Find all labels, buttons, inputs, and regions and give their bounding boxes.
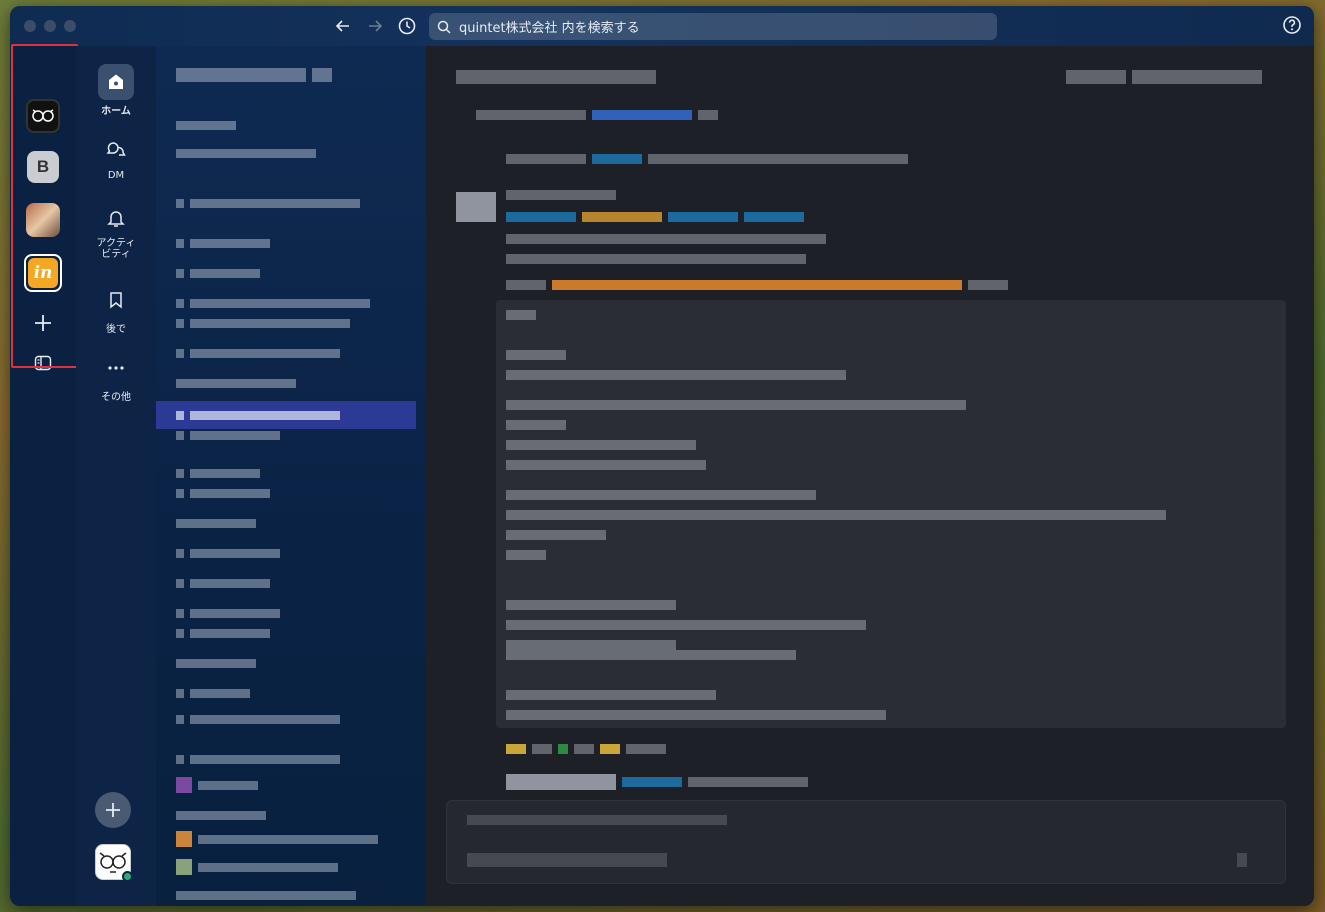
bookmark-icon xyxy=(98,282,134,318)
list-item[interactable] xyxy=(176,810,266,820)
workspace-letter: B xyxy=(36,157,50,176)
header-actions[interactable] xyxy=(1066,70,1262,84)
nav-dm-label: DM xyxy=(107,170,125,181)
list-item[interactable] xyxy=(176,688,250,698)
window-controls xyxy=(24,20,76,32)
workspace-rail: B in xyxy=(10,46,76,906)
message-text xyxy=(506,254,806,264)
list-item[interactable] xyxy=(176,488,270,498)
message-avatar xyxy=(456,192,496,222)
list-item[interactable] xyxy=(176,148,316,158)
list-item[interactable] xyxy=(176,628,270,638)
minimize-window-button[interactable] xyxy=(44,20,56,32)
nav-activity-label: アクティビティ xyxy=(96,238,136,260)
workspace-4-active[interactable]: in xyxy=(24,254,62,292)
channel-sidebar xyxy=(156,46,426,906)
message-sender xyxy=(506,190,616,200)
search-bar[interactable]: quintet株式会社 内を検索する xyxy=(429,13,997,40)
list-item[interactable] xyxy=(176,754,340,764)
list-item[interactable] xyxy=(176,120,236,130)
reactions-row[interactable] xyxy=(506,744,666,754)
list-item[interactable] xyxy=(176,608,280,618)
plus-icon xyxy=(35,315,51,331)
list-item[interactable] xyxy=(176,378,296,388)
message-text xyxy=(506,234,826,244)
message-composer[interactable] xyxy=(446,800,1286,884)
user-avatar[interactable] xyxy=(95,844,133,882)
search-icon xyxy=(437,20,451,34)
search-placeholder: quintet株式会社 内を検索する xyxy=(459,21,640,36)
nav-more-label: その他 xyxy=(101,392,131,403)
list-item[interactable] xyxy=(176,548,280,558)
list-item[interactable] xyxy=(176,410,340,420)
list-item[interactable] xyxy=(176,348,340,358)
help-icon xyxy=(1283,16,1301,34)
title-bar: quintet株式会社 内を検索する xyxy=(10,6,1314,46)
plus-icon xyxy=(106,803,120,817)
help-button[interactable] xyxy=(1282,15,1304,37)
list-item[interactable] xyxy=(176,238,270,248)
list-item[interactable] xyxy=(176,890,356,900)
glasses-doodle-icon xyxy=(32,109,54,122)
workspace-header[interactable] xyxy=(176,68,332,82)
app-window: quintet株式会社 内を検索する B in ホーム DM アクティビティ 後… xyxy=(10,6,1314,906)
clock-icon xyxy=(398,17,416,35)
list-item[interactable] xyxy=(176,658,256,668)
sidebar-icon xyxy=(34,355,52,371)
list-item[interactable] xyxy=(176,468,260,478)
list-item[interactable] xyxy=(176,268,260,278)
add-workspace-button[interactable] xyxy=(32,312,54,334)
more-dots-icon xyxy=(98,350,134,386)
zoom-window-button[interactable] xyxy=(64,20,76,32)
workspace-logo: in xyxy=(28,258,58,288)
message-area xyxy=(426,46,1314,906)
nav-later[interactable]: 後で xyxy=(76,282,156,335)
nav-more[interactable]: その他 xyxy=(76,350,156,403)
message-text xyxy=(506,280,1008,290)
arrow-left-icon xyxy=(335,20,349,32)
nav-home-label: ホーム xyxy=(101,106,131,117)
arrow-right-icon xyxy=(369,20,383,32)
workspace-1[interactable] xyxy=(26,99,60,133)
list-item[interactable] xyxy=(176,578,270,588)
message-row xyxy=(506,154,908,164)
workspace-2[interactable]: B xyxy=(27,151,59,183)
list-item[interactable] xyxy=(176,298,370,308)
close-window-button[interactable] xyxy=(24,20,36,32)
forward-button[interactable] xyxy=(364,15,386,37)
thread-replies[interactable] xyxy=(506,774,808,790)
message-row xyxy=(476,110,718,120)
list-item[interactable] xyxy=(176,198,360,208)
list-item[interactable] xyxy=(176,714,340,724)
list-item[interactable] xyxy=(176,831,378,847)
workspace-3[interactable] xyxy=(26,203,60,237)
chat-bubbles-icon xyxy=(98,132,134,168)
list-item[interactable] xyxy=(176,777,258,793)
list-item[interactable] xyxy=(176,518,256,528)
toggle-sidebar-button[interactable] xyxy=(34,354,52,372)
home-icon xyxy=(98,64,134,100)
back-button[interactable] xyxy=(332,15,354,37)
message-tags xyxy=(506,212,804,222)
list-item[interactable] xyxy=(176,318,350,328)
channel-header xyxy=(456,70,656,84)
list-item[interactable] xyxy=(176,430,280,440)
history-button[interactable] xyxy=(396,15,418,37)
nav-dm[interactable]: DM xyxy=(76,132,156,181)
nav-home[interactable]: ホーム xyxy=(76,64,156,117)
list-item[interactable] xyxy=(176,859,338,875)
nav-column: ホーム DM アクティビティ 後で その他 xyxy=(76,46,156,906)
create-new-button[interactable] xyxy=(95,792,131,828)
bell-icon xyxy=(98,200,134,236)
nav-activity[interactable]: アクティビティ xyxy=(76,200,156,260)
nav-later-label: 後で xyxy=(106,324,126,335)
code-block xyxy=(496,300,1286,728)
presence-indicator xyxy=(122,871,133,882)
